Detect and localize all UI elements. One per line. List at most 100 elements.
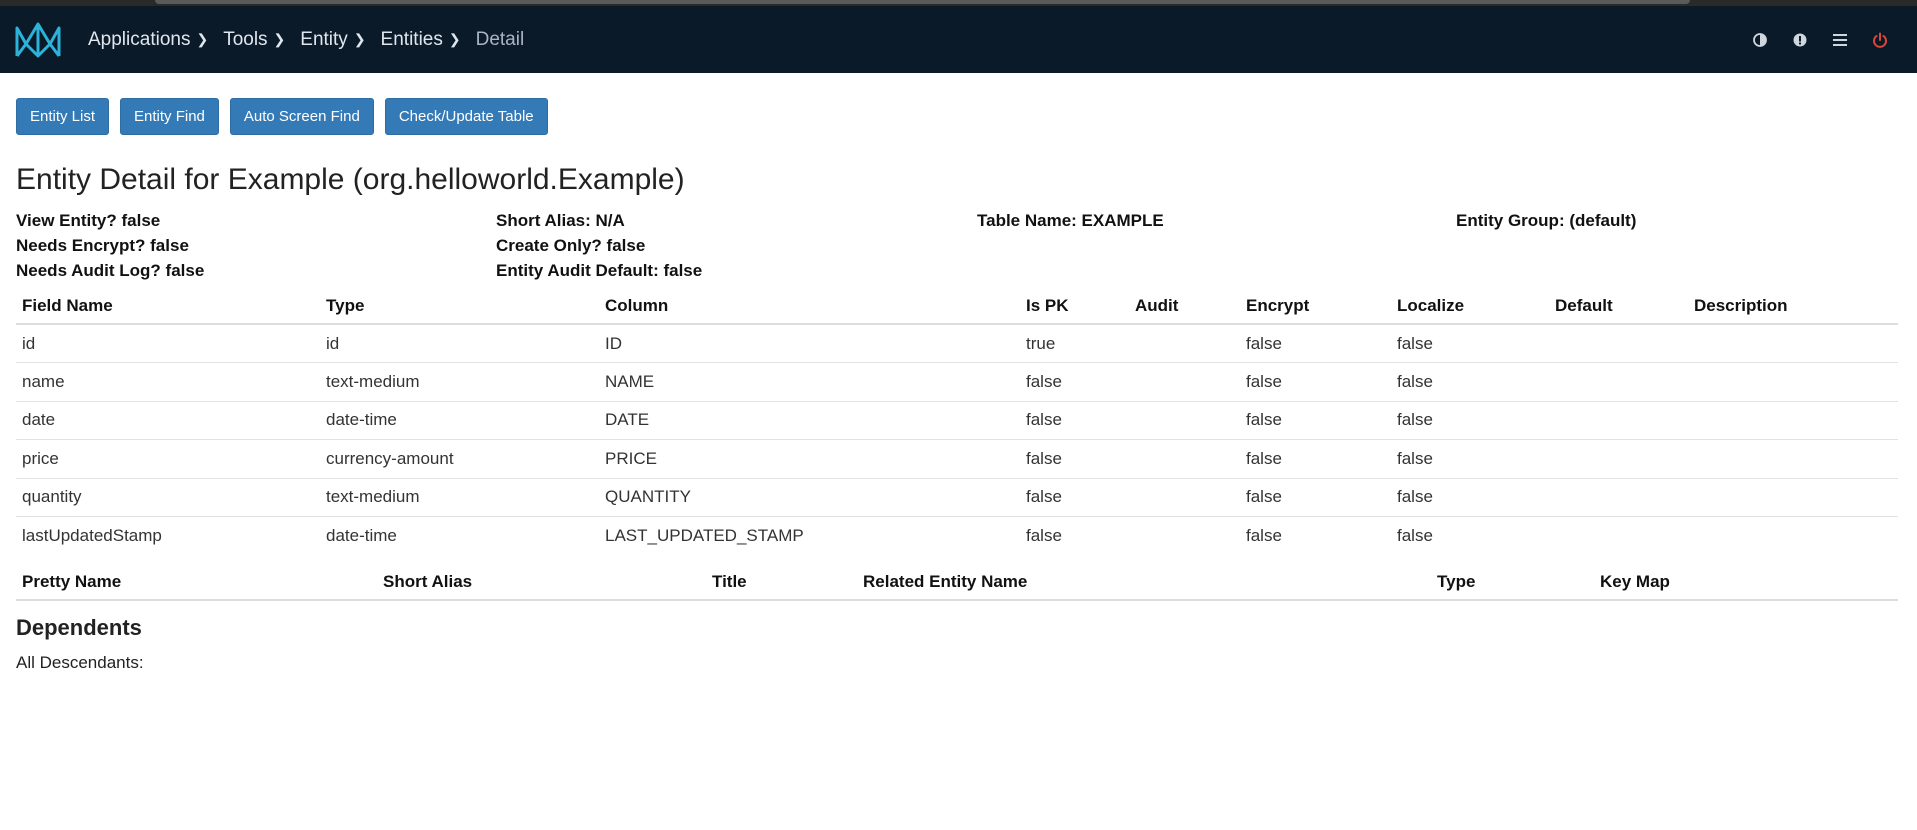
table-cell: false: [1246, 333, 1282, 353]
needs-audit-log-prop: Needs Audit Log? false: [16, 261, 205, 280]
table-cell: ID: [605, 333, 622, 353]
table-cell: [1549, 440, 1688, 479]
table-cell: id: [326, 333, 340, 353]
table-cell: [1129, 478, 1240, 517]
chevron-right-icon: ❯: [353, 31, 366, 47]
table-cell: false: [1246, 410, 1282, 430]
table-cell: LAST_UPDATED_STAMP: [605, 526, 804, 545]
breadcrumb-label[interactable]: Applications: [88, 29, 190, 51]
entity-find-button[interactable]: Entity Find: [120, 98, 219, 135]
breadcrumb-label[interactable]: Tools: [223, 29, 267, 51]
alert-icon[interactable]: [1791, 31, 1809, 49]
check-update-table-button[interactable]: Check/Update Table: [384, 98, 548, 135]
table-cell: date-time: [326, 410, 397, 430]
column-header: Type: [1437, 572, 1476, 591]
table-cell: [1549, 401, 1688, 440]
table-header-row: Pretty Name Short Alias Title Related En…: [16, 565, 1898, 600]
moqui-logo-icon[interactable]: [14, 20, 62, 60]
table-cell: false: [1246, 487, 1282, 507]
dependents-heading: Dependents: [16, 615, 142, 640]
breadcrumb-entities[interactable]: Entities ❯: [381, 29, 476, 51]
page-title: Entity Detail for Example (org.helloworl…: [16, 163, 685, 196]
breadcrumb: Applications ❯ Tools ❯ Entity ❯ Entities…: [88, 6, 524, 73]
table-cell: [1688, 324, 1898, 363]
table-cell: [1688, 517, 1898, 556]
top-navbar: Applications ❯ Tools ❯ Entity ❯ Entities…: [0, 6, 1917, 73]
table-cell: [1688, 478, 1898, 517]
navbar-actions: [1751, 6, 1889, 73]
create-only-prop: Create Only? false: [496, 236, 646, 255]
column-header: Title: [712, 572, 747, 591]
table-cell: false: [1397, 410, 1433, 430]
column-header: Default: [1555, 296, 1613, 315]
table-cell: false: [1026, 371, 1062, 391]
breadcrumb-entity[interactable]: Entity ❯: [300, 29, 380, 51]
entity-group-prop: Entity Group: (default): [1456, 211, 1637, 230]
action-buttons: Entity List Entity Find Auto Screen Find…: [16, 98, 548, 135]
breadcrumb-detail: Detail: [476, 29, 525, 51]
chevron-right-icon: ❯: [448, 31, 461, 47]
breadcrumb-label[interactable]: Entities: [381, 29, 443, 51]
table-cell: [1688, 363, 1898, 402]
table-cell: false: [1026, 487, 1062, 507]
table-row: price currency-amount PRICE false false …: [16, 440, 1898, 479]
table-cell: false: [1026, 448, 1062, 468]
table-cell: [1129, 401, 1240, 440]
table-row: name text-medium NAME false false false: [16, 363, 1898, 402]
column-header: Is PK: [1026, 296, 1069, 315]
breadcrumb-applications[interactable]: Applications ❯: [88, 29, 223, 51]
table-cell: NAME: [605, 371, 655, 391]
table-cell: quantity: [22, 487, 82, 507]
needs-encrypt-prop: Needs Encrypt? false: [16, 236, 189, 255]
table-cell: [1129, 440, 1240, 479]
entity-list-button[interactable]: Entity List: [16, 98, 110, 135]
menu-icon[interactable]: [1831, 31, 1849, 49]
table-cell: false: [1246, 371, 1282, 391]
table-cell: true: [1026, 333, 1056, 353]
table-cell: false: [1246, 526, 1282, 545]
table-cell: false: [1397, 487, 1433, 507]
table-row: date date-time DATE false false false: [16, 401, 1898, 440]
column-header: Field Name: [22, 296, 113, 315]
column-header: Localize: [1397, 296, 1465, 315]
table-cell: text-medium: [326, 371, 420, 391]
column-header: Encrypt: [1246, 296, 1310, 315]
table-row: id id ID true false false: [16, 324, 1898, 363]
fields-table: Field Name Type Column Is PK Audit Encry…: [16, 289, 1898, 555]
table-cell: false: [1026, 410, 1062, 430]
table-cell: [1549, 478, 1688, 517]
column-header: Type: [326, 296, 365, 315]
auto-screen-find-button[interactable]: Auto Screen Find: [229, 98, 374, 135]
horizontal-scrollbar[interactable]: [155, 0, 1690, 4]
table-cell: [1688, 401, 1898, 440]
table-cell: DATE: [605, 410, 650, 430]
table-cell: lastUpdatedStamp: [22, 526, 162, 545]
column-header: Pretty Name: [22, 572, 122, 591]
table-cell: name: [22, 371, 65, 391]
table-cell: [1129, 517, 1240, 556]
table-cell: false: [1397, 333, 1433, 353]
column-header: Short Alias: [383, 572, 473, 591]
column-header: Related Entity Name: [863, 572, 1028, 591]
short-alias-prop: Short Alias: N/A: [496, 211, 625, 230]
table-cell: id: [22, 333, 36, 353]
relationships-table: Pretty Name Short Alias Title Related En…: [16, 565, 1898, 601]
breadcrumb-tools[interactable]: Tools ❯: [223, 29, 300, 51]
table-cell: date-time: [326, 526, 397, 545]
breadcrumb-label[interactable]: Entity: [300, 29, 348, 51]
chevron-right-icon: ❯: [273, 31, 286, 47]
table-row: lastUpdatedStamp date-time LAST_UPDATED_…: [16, 517, 1898, 556]
table-name-prop: Table Name: EXAMPLE: [977, 211, 1164, 230]
power-icon[interactable]: [1871, 31, 1889, 49]
table-cell: false: [1397, 448, 1433, 468]
table-cell: false: [1026, 526, 1062, 545]
table-cell: [1129, 324, 1240, 363]
table-cell: date: [22, 410, 56, 430]
table-cell: [1549, 363, 1688, 402]
table-cell: [1129, 363, 1240, 402]
contrast-icon[interactable]: [1751, 31, 1769, 49]
table-cell: PRICE: [605, 448, 657, 468]
table-header-row: Field Name Type Column Is PK Audit Encry…: [16, 289, 1898, 324]
table-cell: currency-amount: [326, 448, 454, 468]
table-cell: QUANTITY: [605, 487, 691, 507]
